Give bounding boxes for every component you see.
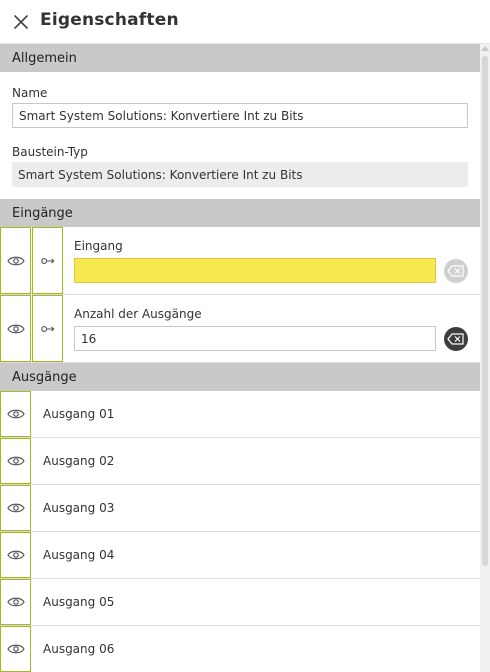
connect-button[interactable] xyxy=(32,227,63,294)
visibility-toggle-button[interactable] xyxy=(0,438,31,484)
clear-icon xyxy=(447,265,464,277)
section-header-general: Allgemein xyxy=(0,44,480,72)
scrollbar[interactable] xyxy=(480,44,490,672)
connect-icon xyxy=(40,325,55,332)
clear-button[interactable] xyxy=(444,327,468,351)
input-value-field[interactable]: 16 xyxy=(74,326,436,351)
output-label: Ausgang 02 xyxy=(43,454,115,468)
panel-content: Allgemein Name Smart System Solutions: K… xyxy=(0,44,480,672)
eye-icon xyxy=(6,256,25,265)
output-row: Ausgang 03 xyxy=(0,485,480,532)
output-label: Ausgang 05 xyxy=(43,595,115,609)
input-value: 16 xyxy=(81,331,97,346)
block-type-label: Baustein-Typ xyxy=(12,145,88,159)
output-label: Ausgang 01 xyxy=(43,407,115,421)
name-field[interactable]: Smart System Solutions: Konvertiere Int … xyxy=(12,103,468,128)
input-value-field[interactable] xyxy=(74,258,436,283)
eye-icon xyxy=(6,503,25,513)
connect-button[interactable] xyxy=(32,295,63,362)
input-label: Anzahl der Ausgänge xyxy=(74,307,202,321)
visibility-toggle-button[interactable] xyxy=(0,391,31,437)
name-value: Smart System Solutions: Konvertiere Int … xyxy=(19,108,304,123)
name-label: Name xyxy=(12,86,48,100)
output-row: Ausgang 05 xyxy=(0,579,480,626)
panel-title: Eigenschaften xyxy=(40,10,179,30)
eye-icon xyxy=(6,456,25,466)
output-row: Ausgang 01 xyxy=(0,391,480,438)
panel-header: Eigenschaften xyxy=(0,0,490,44)
block-type-text: Smart System Solutions: Konvertiere Int … xyxy=(18,167,303,182)
input-row: Anzahl der Ausgänge 16 xyxy=(0,295,480,363)
eye-icon xyxy=(6,324,25,333)
visibility-toggle-button[interactable] xyxy=(0,295,31,362)
output-row: Ausgang 02 xyxy=(0,438,480,485)
properties-panel: Eigenschaften Allgemein Name Smart Syste… xyxy=(0,0,490,672)
eye-icon xyxy=(6,644,25,654)
outputs-list: Ausgang 01 Ausgang 02 Ausgang 03 Ausgang… xyxy=(0,391,480,672)
output-label: Ausgang 03 xyxy=(43,501,115,515)
section-header-inputs: Eingänge xyxy=(0,199,480,227)
scroll-up-arrow-icon[interactable] xyxy=(481,46,489,51)
eye-icon xyxy=(6,409,25,419)
close-button[interactable] xyxy=(10,11,32,33)
visibility-toggle-button[interactable] xyxy=(0,485,31,531)
connect-icon xyxy=(40,257,55,264)
clear-icon xyxy=(447,333,464,345)
general-section: Name Smart System Solutions: Konvertiere… xyxy=(0,72,480,199)
block-type-value: Smart System Solutions: Konvertiere Int … xyxy=(12,162,468,187)
output-row: Ausgang 04 xyxy=(0,532,480,579)
eye-icon xyxy=(6,597,25,607)
visibility-toggle-button[interactable] xyxy=(0,626,31,672)
visibility-toggle-button[interactable] xyxy=(0,532,31,578)
output-label: Ausgang 06 xyxy=(43,642,115,656)
close-icon xyxy=(14,15,28,29)
section-header-outputs: Ausgänge xyxy=(0,363,480,391)
input-row: Eingang xyxy=(0,227,480,295)
eye-icon xyxy=(6,550,25,560)
visibility-toggle-button[interactable] xyxy=(0,579,31,625)
output-label: Ausgang 04 xyxy=(43,548,115,562)
output-row: Ausgang 06 xyxy=(0,626,480,672)
scrollbar-thumb[interactable] xyxy=(482,56,488,566)
input-label: Eingang xyxy=(74,239,123,253)
visibility-toggle-button[interactable] xyxy=(0,227,31,294)
clear-button[interactable] xyxy=(444,259,468,283)
